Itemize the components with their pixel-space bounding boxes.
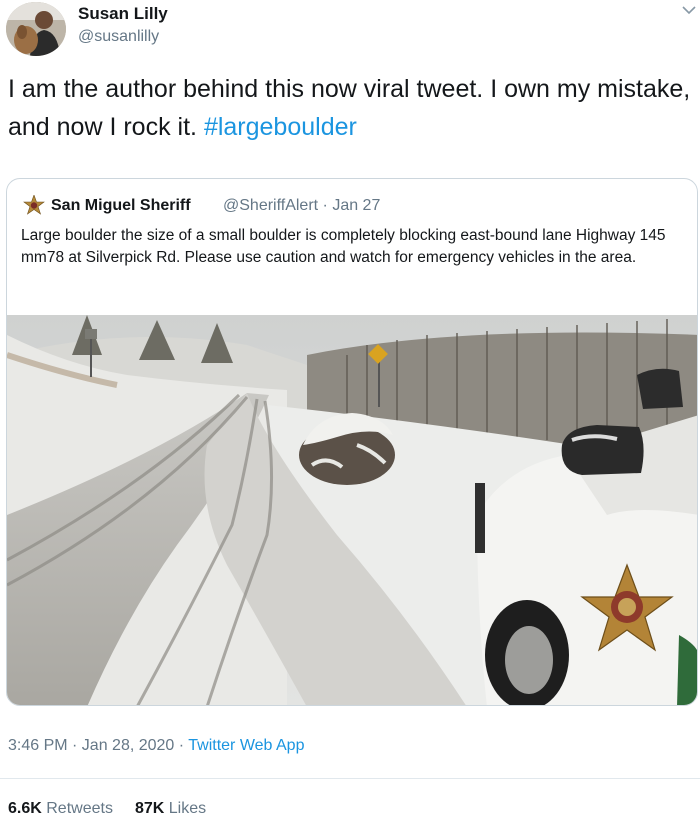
retweets-stat[interactable]: 6.6K Retweets: [8, 800, 113, 817]
hashtag-link[interactable]: #largeboulder: [204, 113, 357, 141]
source-app-link[interactable]: Twitter Web App: [188, 737, 304, 754]
divider: [0, 778, 700, 779]
boulder-photo[interactable]: [7, 315, 697, 705]
retweet-label: Retweets: [46, 800, 113, 817]
tweet-meta: 3:46 PM · Jan 28, 2020 · Twitter Web App: [8, 737, 304, 755]
tweet-stats: 6.6K Retweets 87K Likes: [8, 800, 206, 818]
quoted-author-handle[interactable]: @SheriffAlert · Jan 27: [223, 197, 380, 215]
tweet-text: I am the author behind this now viral tw…: [8, 70, 693, 146]
chevron-down-icon[interactable]: [682, 2, 696, 18]
sheriff-star-icon: [23, 194, 45, 217]
avatar[interactable]: [6, 2, 66, 56]
likes-stat[interactable]: 87K Likes: [135, 800, 206, 817]
like-count: 87K: [134, 800, 165, 817]
author-handle[interactable]: @susanlilly: [78, 28, 159, 46]
quoted-tweet[interactable]: San Miguel Sheriff @SheriffAlert · Jan 2…: [6, 178, 698, 706]
like-label: Likes: [168, 800, 207, 817]
author-name[interactable]: Susan Lilly: [78, 4, 168, 24]
quoted-tweet-text: Large boulder the size of a small boulde…: [21, 227, 666, 266]
tweet-timestamp[interactable]: 3:46 PM · Jan 28, 2020 ·: [8, 737, 188, 754]
retweet-count: 6.6K: [8, 800, 42, 817]
quoted-author-name[interactable]: San Miguel Sheriff: [51, 197, 191, 215]
